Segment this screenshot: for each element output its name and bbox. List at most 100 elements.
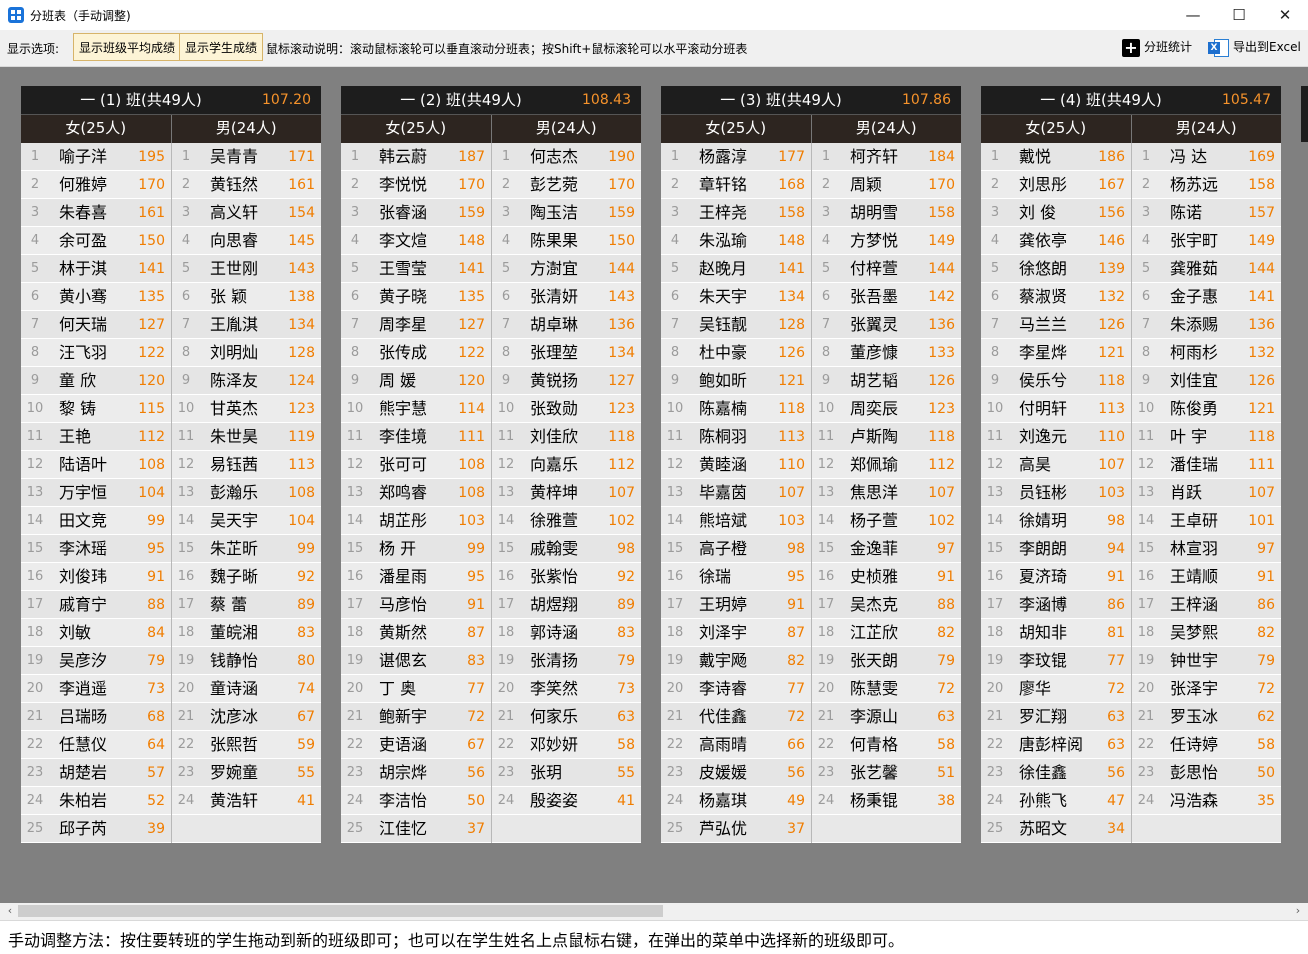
student-row[interactable]: 20 童诗涵 74 [172, 675, 321, 703]
student-row[interactable]: 17 胡煜翔 89 [492, 591, 641, 619]
student-name[interactable]: 胡知非 [1019, 619, 1067, 647]
student-name[interactable]: 徐雅萱 [530, 507, 578, 535]
student-row[interactable]: 14 吴天宇 104 [172, 507, 321, 535]
student-name[interactable]: 蔡淑贤 [1019, 283, 1067, 311]
student-row[interactable]: 6 张清妍 143 [492, 283, 641, 311]
student-name[interactable]: 陈慧雯 [850, 675, 898, 703]
student-row[interactable]: 20 丁 奥 77 [341, 675, 491, 703]
student-name[interactable]: 芦弘优 [699, 815, 747, 843]
student-name[interactable]: 余可盈 [59, 227, 107, 255]
student-row[interactable]: 21 沈彦冰 67 [172, 703, 321, 731]
student-row[interactable]: 11 叶 宇 118 [1132, 423, 1281, 451]
student-name[interactable]: 金逸菲 [850, 535, 898, 563]
student-row[interactable]: 18 董皖湘 83 [172, 619, 321, 647]
student-name[interactable]: 柯齐轩 [850, 143, 898, 171]
student-name[interactable]: 汪飞羽 [59, 339, 107, 367]
student-row[interactable]: 7 马兰兰 126 [981, 311, 1131, 339]
student-name[interactable]: 李玟锟 [1019, 647, 1067, 675]
student-row[interactable]: 19 吴彦汐 79 [21, 647, 171, 675]
student-name[interactable]: 杨嘉琪 [699, 787, 747, 815]
student-name[interactable]: 张清扬 [530, 647, 578, 675]
student-row[interactable]: 23 张艺馨 51 [812, 759, 961, 787]
student-row[interactable]: 24 杨秉锟 38 [812, 787, 961, 815]
student-name[interactable]: 王雪莹 [379, 255, 427, 283]
student-name[interactable]: 冯浩森 [1170, 787, 1218, 815]
student-name[interactable]: 黄睦涵 [699, 451, 747, 479]
student-row[interactable]: 19 戴宇飏 82 [661, 647, 811, 675]
student-row[interactable]: 1 韩云蔚 187 [341, 143, 491, 171]
student-row[interactable]: 13 肖跃 107 [1132, 479, 1281, 507]
student-name[interactable]: 沈彦冰 [210, 703, 258, 731]
student-row[interactable]: 17 蔡 蕾 89 [172, 591, 321, 619]
student-row[interactable]: 25 江佳忆 37 [341, 815, 491, 843]
student-name[interactable]: 黄小骞 [59, 283, 107, 311]
student-name[interactable]: 林于淇 [59, 255, 107, 283]
student-row[interactable]: 20 陈慧雯 72 [812, 675, 961, 703]
student-row[interactable]: 21 罗汇翔 63 [981, 703, 1131, 731]
student-name[interactable]: 张紫怡 [530, 563, 578, 591]
student-name[interactable]: 李朗朗 [1019, 535, 1067, 563]
student-name[interactable]: 胡卓琳 [530, 311, 578, 339]
student-row[interactable]: 23 罗婉童 55 [172, 759, 321, 787]
student-name[interactable]: 戚育宁 [59, 591, 107, 619]
student-row[interactable]: 10 陈俊勇 121 [1132, 395, 1281, 423]
student-row[interactable]: 24 杨嘉琪 49 [661, 787, 811, 815]
student-name[interactable]: 杜中豪 [699, 339, 747, 367]
student-name[interactable]: 徐佳鑫 [1019, 759, 1067, 787]
student-row[interactable]: 2 周颖 170 [812, 171, 961, 199]
student-name[interactable]: 甘英杰 [210, 395, 258, 423]
student-name[interactable]: 江芷欣 [850, 619, 898, 647]
student-name[interactable]: 胡明雪 [850, 199, 898, 227]
student-row[interactable]: 22 任慧仪 64 [21, 731, 171, 759]
class-stats-button[interactable]: + 分班统计 [1122, 36, 1192, 58]
student-row[interactable]: 3 朱春喜 161 [21, 199, 171, 227]
student-row[interactable]: 24 殷姿姿 41 [492, 787, 641, 815]
student-row[interactable]: 14 熊培斌 103 [661, 507, 811, 535]
student-row[interactable]: 3 陈诺 157 [1132, 199, 1281, 227]
student-name[interactable]: 李涵博 [1019, 591, 1067, 619]
student-name[interactable]: 蔡 蕾 [210, 591, 247, 619]
student-name[interactable]: 刘敏 [59, 619, 91, 647]
student-name[interactable]: 张睿涵 [379, 199, 427, 227]
student-name[interactable]: 张玥 [530, 759, 562, 787]
student-row[interactable]: 1 何志杰 190 [492, 143, 641, 171]
student-name[interactable]: 朱添赐 [1170, 311, 1218, 339]
student-row[interactable]: 13 黄梓坤 107 [492, 479, 641, 507]
student-row[interactable]: 20 李逍遥 73 [21, 675, 171, 703]
scroll-right-arrow[interactable]: › [1290, 903, 1306, 919]
student-name[interactable]: 周颖 [850, 171, 882, 199]
student-row[interactable]: 1 杨露淳 177 [661, 143, 811, 171]
student-row[interactable]: 19 钱静怡 80 [172, 647, 321, 675]
student-row[interactable]: 10 熊宇慧 114 [341, 395, 491, 423]
student-row[interactable]: 13 彭瀚乐 108 [172, 479, 321, 507]
student-name[interactable]: 高雨晴 [699, 731, 747, 759]
student-name[interactable]: 郑鸣睿 [379, 479, 427, 507]
student-row[interactable]: 11 刘逸元 110 [981, 423, 1131, 451]
student-row[interactable]: 14 杨子萱 102 [812, 507, 961, 535]
student-row[interactable]: 3 张睿涵 159 [341, 199, 491, 227]
student-name[interactable]: 史桢雅 [850, 563, 898, 591]
student-row[interactable]: 6 蔡淑贤 132 [981, 283, 1131, 311]
student-name[interactable]: 黄浩轩 [210, 787, 258, 815]
student-name[interactable]: 徐瑞 [699, 563, 731, 591]
student-row[interactable]: 20 李诗睿 77 [661, 675, 811, 703]
student-row[interactable]: 11 王艳 112 [21, 423, 171, 451]
student-row[interactable]: 8 汪飞羽 122 [21, 339, 171, 367]
student-row[interactable]: 17 李涵博 86 [981, 591, 1131, 619]
student-name[interactable]: 殷姿姿 [530, 787, 578, 815]
minimize-button[interactable]: — [1170, 0, 1216, 30]
student-name[interactable]: 郭诗涵 [530, 619, 578, 647]
student-name[interactable]: 周奕辰 [850, 395, 898, 423]
student-name[interactable]: 张 颖 [210, 283, 247, 311]
student-row[interactable]: 13 员钰彬 103 [981, 479, 1131, 507]
student-name[interactable]: 江佳忆 [379, 815, 427, 843]
student-name[interactable]: 李文煊 [379, 227, 427, 255]
student-name[interactable]: 林宣羽 [1170, 535, 1218, 563]
student-row[interactable]: 10 张致勋 123 [492, 395, 641, 423]
student-row[interactable]: 18 刘泽宇 87 [661, 619, 811, 647]
student-row[interactable]: 15 高子橙 98 [661, 535, 811, 563]
student-row[interactable]: 8 张传成 122 [341, 339, 491, 367]
student-name[interactable]: 黄梓坤 [530, 479, 578, 507]
student-name[interactable]: 胡楚岩 [59, 759, 107, 787]
student-name[interactable]: 张致勋 [530, 395, 578, 423]
